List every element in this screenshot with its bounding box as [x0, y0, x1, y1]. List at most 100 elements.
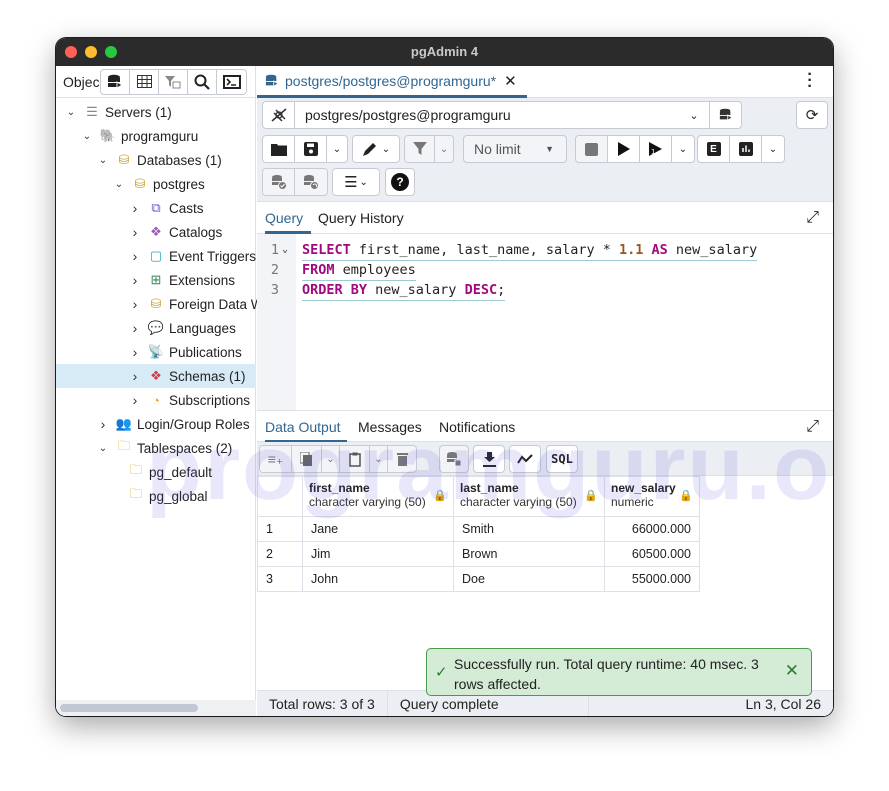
tab-data-output[interactable]: Data Output — [265, 411, 347, 443]
rollback-button[interactable] — [295, 169, 327, 195]
tab-query[interactable]: Query — [265, 202, 312, 234]
connection-selector[interactable]: postgres/postgres@programguru ⌄ — [262, 101, 742, 129]
minimize-window-button[interactable] — [85, 46, 97, 58]
filtered-rows-icon[interactable] — [159, 69, 188, 94]
delete-row-button[interactable] — [388, 446, 416, 472]
open-file-button[interactable] — [263, 136, 295, 162]
tree-node[interactable]: ⌄ 🐘 programguru — [80, 124, 199, 148]
cancel-query-button[interactable] — [576, 136, 608, 162]
table-cell[interactable]: Smith — [453, 516, 605, 542]
execute-button[interactable] — [608, 136, 640, 162]
tree-node[interactable]: › ❖ Catalogs — [128, 220, 223, 244]
table-cell[interactable]: Jane — [302, 516, 454, 542]
tree-node[interactable]: ⌄ ⛁ Databases (1) — [96, 148, 222, 172]
explain-dropdown-chevron-icon[interactable]: ⌄ — [762, 136, 784, 162]
chevron-down-icon[interactable]: ⌄ — [96, 443, 110, 454]
tree-node[interactable]: ⌄ ☰ Servers (1) — [64, 100, 172, 124]
tab-query-history[interactable]: Query History — [318, 202, 404, 234]
tree-node[interactable]: › 💬 Languages — [128, 316, 236, 340]
filter-button[interactable] — [405, 136, 435, 162]
commit-button[interactable] — [263, 169, 295, 195]
tab-query-tool[interactable]: postgres/postgres@programguru* ✕ — [257, 66, 527, 98]
query-tool-icon[interactable] — [101, 69, 130, 94]
tab-messages[interactable]: Messages — [358, 411, 422, 443]
chevron-right-icon[interactable]: › — [128, 296, 142, 312]
close-window-button[interactable] — [65, 46, 77, 58]
expand-editor-icon[interactable]: ⤢ — [806, 209, 819, 227]
tree-node[interactable]: › 📡 Publications — [128, 340, 242, 364]
paste-button[interactable] — [340, 446, 370, 472]
close-tab-icon[interactable]: ✕ — [504, 72, 517, 90]
tree-node[interactable]: 🗀 pg_default — [128, 460, 212, 484]
table-cell[interactable]: Brown — [453, 541, 605, 567]
copy-button[interactable] — [292, 446, 322, 472]
column-header[interactable]: new_salary numeric 🔒 — [604, 476, 700, 517]
search-objects-icon[interactable] — [188, 69, 217, 94]
chevron-right-icon[interactable]: › — [128, 368, 142, 384]
psql-tool-icon[interactable] — [217, 70, 246, 94]
table-cell[interactable]: 55000.000 — [604, 566, 700, 592]
chevron-right-icon[interactable]: › — [128, 320, 142, 336]
chevron-right-icon[interactable]: › — [128, 200, 142, 216]
zoom-window-button[interactable] — [105, 46, 117, 58]
table-cell[interactable]: 60500.000 — [604, 541, 700, 567]
tree-node[interactable]: › ⛁ Foreign Data W — [128, 292, 264, 316]
chevron-right-icon[interactable]: › — [128, 272, 142, 288]
save-file-button[interactable] — [295, 136, 327, 162]
execute-selection-button[interactable]: 1 — [640, 136, 672, 162]
chevron-right-icon[interactable]: › — [128, 224, 142, 240]
chevron-down-icon[interactable]: ⌄ — [80, 131, 94, 142]
table-cell[interactable]: Jim — [302, 541, 454, 567]
execute-dropdown-chevron-icon[interactable]: ⌄ — [672, 136, 694, 162]
table-cell[interactable]: 66000.000 — [604, 516, 700, 542]
chevron-down-icon[interactable]: ⌄ — [96, 155, 110, 166]
tree-node[interactable]: ⌄ ⛁ postgres — [112, 172, 205, 196]
expand-output-icon[interactable]: ⤢ — [806, 418, 819, 436]
tab-notifications[interactable]: Notifications — [439, 411, 515, 443]
close-notification-icon[interactable]: ✕ — [785, 661, 799, 681]
horizontal-scrollbar-thumb[interactable] — [60, 704, 198, 712]
chevron-right-icon[interactable]: › — [128, 344, 142, 360]
tree-node[interactable]: 🗀 pg_global — [128, 484, 207, 508]
filter-dropdown-chevron-icon[interactable]: ⌄ — [435, 136, 453, 162]
explain-analyze-button[interactable] — [730, 136, 762, 162]
connection-dropdown-chevron-icon[interactable]: ⌄ — [679, 109, 709, 122]
new-connection-icon[interactable] — [709, 102, 741, 128]
tree-node[interactable]: ⌄ 🗀 Tablespaces (2) — [96, 436, 233, 460]
sql-editor[interactable]: 1 ⌄ SELECT first_name, last_name, salary *… — [257, 234, 833, 410]
table-cell[interactable]: John — [302, 566, 454, 592]
graph-visualiser-button[interactable] — [509, 445, 541, 473]
chevron-right-icon[interactable]: › — [128, 392, 142, 408]
row-limit-select[interactable]: No limit ▼ — [463, 135, 567, 163]
row-number[interactable]: 1 — [257, 516, 303, 542]
chevron-down-icon[interactable]: ⌄ — [64, 107, 78, 118]
tree-node[interactable]: › ❖ Schemas (1) — [128, 364, 246, 388]
connection-status-icon[interactable] — [263, 102, 295, 128]
tree-node[interactable]: › ◔ Subscriptions — [128, 388, 250, 412]
edit-dropdown-button[interactable]: ⌄ — [353, 136, 399, 162]
tree-node[interactable]: › 👥 Login/Group Roles — [96, 412, 250, 436]
horizontal-scrollbar-track[interactable] — [56, 700, 256, 716]
fold-chevron-icon[interactable]: ⌄ — [282, 240, 288, 260]
column-header[interactable]: last_name character varying (50) 🔒 — [453, 476, 605, 517]
help-button[interactable]: ? — [385, 168, 415, 196]
download-csv-button[interactable] — [473, 445, 505, 473]
table-cell[interactable]: Doe — [453, 566, 605, 592]
paste-dropdown-chevron-icon[interactable]: ⌄ — [370, 446, 388, 472]
row-number[interactable]: 2 — [257, 541, 303, 567]
refresh-connection-button[interactable]: ⟳ — [796, 101, 828, 129]
explain-button[interactable]: E — [698, 136, 730, 162]
save-data-button[interactable] — [439, 445, 469, 473]
row-number[interactable]: 3 — [257, 566, 303, 592]
sql-button[interactable]: SQL — [546, 445, 578, 473]
chevron-right-icon[interactable]: › — [128, 248, 142, 264]
chevron-down-icon[interactable]: ⌄ — [112, 179, 126, 190]
add-row-button[interactable]: ≡₊ — [260, 446, 292, 472]
macros-dropdown-button[interactable]: ☰ ⌄ — [333, 169, 379, 195]
column-header[interactable]: first_name character varying (50) 🔒 — [302, 476, 454, 517]
tree-node[interactable]: › ▢ Event Triggers — [128, 244, 256, 268]
tree-node[interactable]: › ⊞ Extensions — [128, 268, 235, 292]
more-options-icon[interactable]: · · · — [805, 67, 815, 95]
save-dropdown-chevron-icon[interactable]: ⌄ — [327, 136, 347, 162]
tree-node[interactable]: › ⧉ Casts — [128, 196, 204, 220]
